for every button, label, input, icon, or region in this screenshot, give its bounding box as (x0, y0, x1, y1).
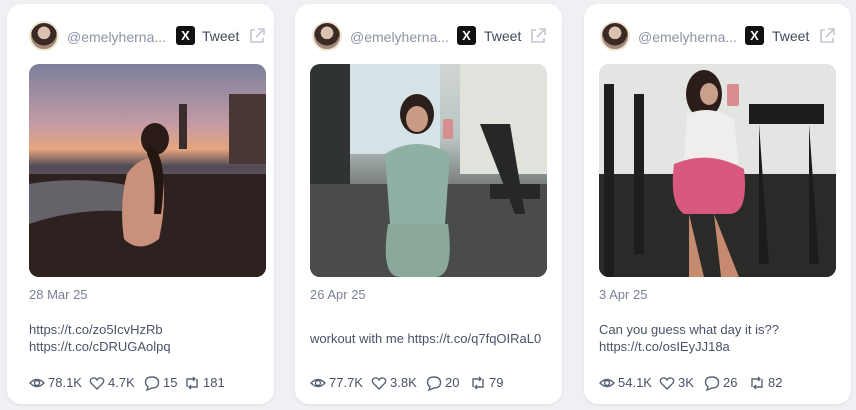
tweet-text-line[interactable]: workout with me https://t.co/q7fqOIRaL0 (310, 330, 541, 347)
avatar[interactable] (312, 21, 342, 51)
retweets-count: 82 (768, 375, 783, 390)
replies-count: 26 (723, 375, 738, 390)
likes-count: 4.7K (108, 375, 135, 390)
tweet-date: 3 Apr 25 (599, 287, 648, 302)
views-count: 78.1K (48, 375, 82, 390)
x-logo-icon: X (176, 26, 195, 45)
comment-icon (704, 376, 720, 391)
heart-icon (371, 377, 387, 390)
tweet-card[interactable]: @emelyherna... X Tweet 26 Apr 25 workout… (295, 4, 562, 404)
heart-icon (89, 377, 105, 390)
username[interactable]: @emelyherna... (67, 29, 166, 45)
retweet-icon (186, 376, 198, 390)
replies-count: 20 (445, 375, 460, 390)
card-header: @emelyherna... X Tweet (7, 21, 274, 55)
avatar[interactable] (600, 21, 630, 51)
tweet-link[interactable]: Tweet (202, 28, 239, 44)
replies-count: 15 (163, 375, 178, 390)
tweet-link[interactable]: Tweet (772, 28, 809, 44)
retweets-count: 181 (203, 375, 225, 390)
heart-icon (659, 377, 675, 390)
username[interactable]: @emelyherna... (638, 29, 737, 45)
eye-icon (29, 378, 45, 388)
tweet-text-line[interactable]: https://t.co/cDRUGAolpq (29, 338, 171, 355)
x-logo-icon: X (745, 26, 764, 45)
tweet-text-line[interactable]: https://t.co/osIEyJJ18a (599, 338, 730, 355)
tweet-stats: 77.7K 3.8K 20 79 (310, 374, 552, 392)
comment-icon (426, 376, 442, 391)
views-count: 54.1K (618, 375, 652, 390)
retweets-count: 79 (489, 375, 504, 390)
username[interactable]: @emelyherna... (350, 29, 449, 45)
likes-count: 3K (678, 375, 694, 390)
retweet-icon (751, 376, 763, 390)
x-logo-icon: X (457, 26, 476, 45)
views-count: 77.7K (329, 375, 363, 390)
external-link-icon[interactable] (528, 26, 548, 46)
tweet-photo[interactable] (599, 64, 836, 277)
comment-icon (144, 376, 160, 391)
eye-icon (599, 378, 615, 388)
card-header: @emelyherna... X Tweet (295, 21, 562, 55)
tweet-card[interactable]: @emelyherna... X Tweet 3 Apr 25 Can you … (584, 4, 851, 404)
tweet-photo[interactable] (310, 64, 547, 277)
retweet-icon (472, 376, 484, 390)
tweet-stats: 78.1K 4.7K 15 181 (29, 374, 264, 392)
tweet-date: 28 Mar 25 (29, 287, 88, 302)
card-header: @emelyherna... X Tweet (584, 21, 851, 55)
tweet-photo[interactable] (29, 64, 266, 277)
external-link-icon[interactable] (247, 26, 267, 46)
eye-icon (310, 378, 326, 388)
likes-count: 3.8K (390, 375, 417, 390)
tweet-text-line[interactable]: https://t.co/zo5IcvHzRb (29, 321, 163, 338)
tweet-stats: 54.1K 3K 26 82 (599, 374, 841, 392)
external-link-icon[interactable] (817, 26, 837, 46)
avatar[interactable] (29, 21, 59, 51)
tweet-card[interactable]: @emelyherna... X Tweet 28 Mar 25 https:/… (7, 4, 274, 404)
tweet-link[interactable]: Tweet (484, 28, 521, 44)
tweet-text-line[interactable]: Can you guess what day it is?? (599, 321, 779, 338)
tweet-date: 26 Apr 25 (310, 287, 366, 302)
